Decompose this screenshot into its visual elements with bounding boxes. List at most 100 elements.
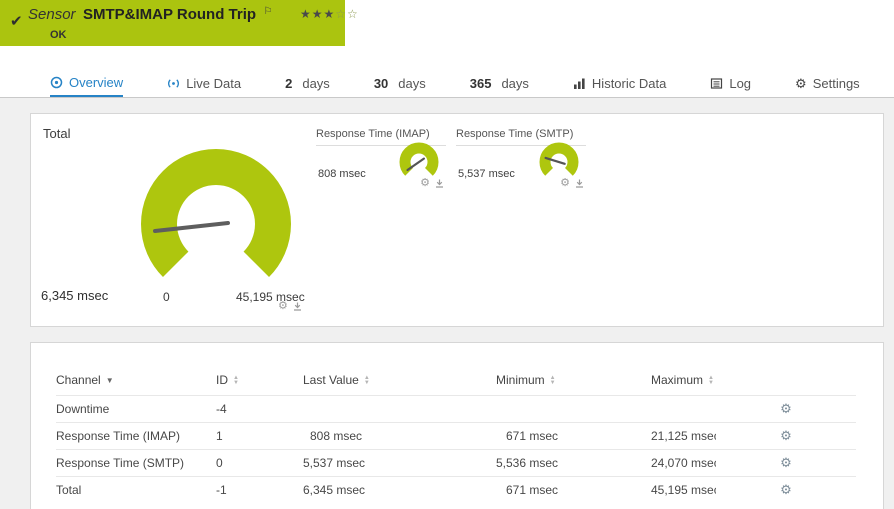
channel-id: -1	[216, 482, 227, 497]
tab-historic-data[interactable]: Historic Data	[573, 70, 666, 97]
gauge-arc	[141, 149, 291, 277]
channel-name: Total	[56, 482, 82, 497]
column-header-maximum[interactable]: Maximum ▲ ▼	[651, 365, 716, 395]
gear-icon[interactable]: ⚙	[278, 301, 288, 312]
sensor-status-text: OK	[50, 29, 67, 41]
spacer	[561, 365, 651, 395]
total-gauge-label: Total	[43, 126, 71, 141]
column-header-last-value[interactable]: Last Value ▲ ▼	[303, 365, 376, 395]
channel-settings-icon[interactable]: ⚙	[780, 482, 792, 497]
gear-icon[interactable]: ⚙	[420, 178, 430, 189]
imap-gauge-actions: ⚙	[420, 178, 444, 189]
channel-name: Response Time (SMTP)	[56, 455, 185, 470]
prtg-sensor-page: ✔ Sensor SMTP&IMAP Round Trip ⚐ ★★★☆☆ OK…	[0, 0, 894, 509]
smtp-gauge-actions: ⚙	[560, 178, 584, 189]
download-icon[interactable]	[293, 302, 302, 311]
spacer	[376, 449, 496, 476]
priority-stars[interactable]: ★★★☆☆	[300, 7, 359, 21]
smtp-gauge-panel: Response Time (SMTP) 5,537 msec ⚙	[456, 128, 586, 198]
tab-label: days	[501, 76, 529, 91]
total-gauge-actions: ⚙	[278, 301, 302, 312]
column-label: Minimum	[496, 372, 545, 387]
channel-actions: ⚙	[716, 449, 856, 476]
column-header-minimum[interactable]: Minimum ▲ ▼	[496, 365, 561, 395]
channel-last-value: 808 msec	[309, 428, 362, 443]
channel-settings-icon[interactable]: ⚙	[780, 455, 792, 470]
channels-table: Channel ▼ ID ▲ ▼ Last Value ▲ ▼ Minimum ▲ ▼	[56, 365, 856, 503]
column-header-id[interactable]: ID ▲ ▼	[216, 365, 303, 395]
sort-icon[interactable]: ▲ ▼	[364, 375, 370, 386]
table-header-row: Channel ▼ ID ▲ ▼ Last Value ▲ ▼ Minimum ▲ ▼	[56, 365, 856, 395]
sort-desc-icon[interactable]: ▼	[106, 376, 114, 385]
sort-icon[interactable]: ▲ ▼	[550, 375, 556, 386]
column-label: Channel	[56, 372, 101, 387]
total-gauge	[141, 149, 291, 277]
log-icon	[711, 78, 723, 89]
tab-log[interactable]: Log	[710, 70, 751, 97]
imap-gauge-value: 808 msec	[318, 168, 366, 180]
channel-actions: ⚙	[716, 395, 856, 422]
column-label: ID	[216, 372, 228, 387]
channel-settings-icon[interactable]: ⚙	[780, 428, 792, 443]
tab-365-days[interactable]: 365 days	[470, 70, 529, 97]
channel-maximum: 24,070 msec	[651, 455, 716, 470]
channel-settings-icon[interactable]: ⚙	[780, 401, 792, 416]
tab-number: 365	[469, 76, 492, 91]
channel-last-value	[303, 395, 376, 422]
settings-gear-icon: ⚙	[795, 76, 807, 91]
tab-overview[interactable]: Overview	[50, 70, 124, 97]
channel-id: 0	[216, 455, 223, 470]
smtp-gauge-value: 5,537 msec	[458, 168, 515, 180]
tab-label: Log	[729, 76, 752, 91]
channel-id: 1	[216, 428, 223, 443]
spacer	[561, 449, 651, 476]
tab-30-days[interactable]: 30 days	[374, 70, 426, 97]
channel-minimum	[496, 395, 561, 422]
sort-icon[interactable]: ▲ ▼	[708, 375, 714, 386]
spacer	[561, 476, 651, 503]
tab-label: Live Data	[186, 76, 242, 91]
tab-label: days	[302, 76, 330, 91]
sensor-name: SMTP&IMAP Round Trip	[82, 6, 257, 23]
channel-maximum	[651, 395, 716, 422]
channels-panel: Channel ▼ ID ▲ ▼ Last Value ▲ ▼ Minimum ▲ ▼	[30, 342, 884, 509]
table-row: Downtime -4 ⚙	[56, 395, 856, 422]
spacer	[376, 395, 496, 422]
column-label: Maximum	[651, 372, 704, 387]
content-area: Total 6,345 msec 0 45,195 msec ⚙ Respons…	[0, 98, 894, 509]
imap-gauge-panel: Response Time (IMAP) 808 msec ⚙	[316, 128, 446, 198]
channel-id: -4	[216, 401, 227, 416]
stars-empty: ☆☆	[335, 7, 359, 21]
gauges-panel: Total 6,345 msec 0 45,195 msec ⚙ Respons…	[30, 113, 884, 327]
channel-actions: ⚙	[716, 476, 856, 503]
live-data-icon	[168, 79, 180, 88]
tab-number: 2	[285, 76, 293, 91]
tab-settings[interactable]: ⚙ Settings	[795, 70, 860, 97]
tab-live-data[interactable]: Live Data	[167, 70, 241, 97]
sensor-status-band: ✔ Sensor SMTP&IMAP Round Trip ⚐ ★★★☆☆ OK	[0, 0, 358, 46]
gauge-scale-min: 0	[163, 290, 170, 304]
sort-icon[interactable]: ▲ ▼	[233, 375, 239, 386]
table-row: Total -1 6,345 msec 671 msec 45,195 msec…	[56, 476, 856, 503]
column-header-actions	[716, 365, 856, 395]
table-row: Response Time (IMAP) 1 808 msec 671 msec…	[56, 422, 856, 449]
tab-2-days[interactable]: 2 days	[285, 70, 330, 97]
column-header-channel[interactable]: Channel ▼	[56, 365, 216, 395]
status-check-icon: ✔	[10, 13, 23, 30]
tab-label: Settings	[812, 76, 860, 91]
channel-name: Downtime	[56, 401, 110, 416]
spacer	[376, 365, 496, 395]
channel-last-value: 6,345 msec	[303, 482, 366, 497]
table-row: Response Time (SMTP) 0 5,537 msec 5,536 …	[56, 449, 856, 476]
channel-minimum: 671 msec	[505, 482, 558, 497]
spacer	[561, 395, 651, 422]
download-icon[interactable]	[435, 179, 444, 188]
download-icon[interactable]	[575, 179, 584, 188]
channel-minimum: 671 msec	[505, 428, 558, 443]
gear-icon[interactable]: ⚙	[560, 178, 570, 189]
flag-icon[interactable]: ⚐	[264, 6, 273, 17]
tab-label: Historic Data	[591, 76, 667, 91]
channel-last-value: 5,537 msec	[303, 455, 366, 470]
channel-maximum: 45,195 msec	[651, 482, 716, 497]
tab-bar: Overview Live Data 2 days 30 days 365 da…	[0, 70, 894, 98]
